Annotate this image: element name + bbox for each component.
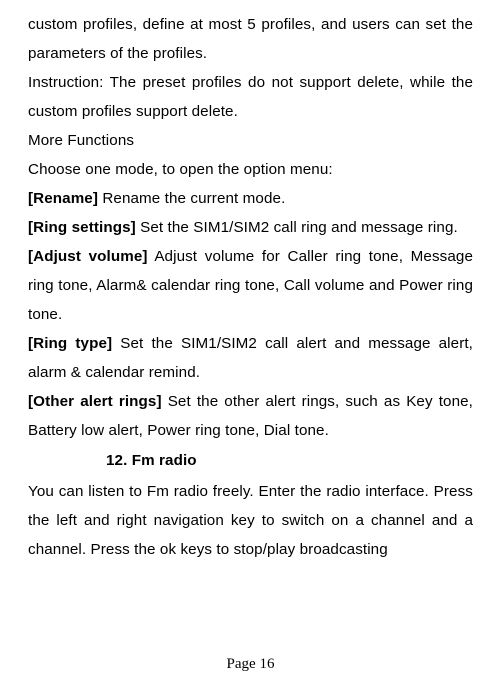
item-ring-type: [Ring type] Set the SIM1/SIM2 call alert… (28, 329, 473, 387)
heading-more-functions: More Functions (28, 126, 473, 155)
paragraph-choose-mode: Choose one mode, to open the option menu… (28, 155, 473, 184)
label-other-alert: [Other alert rings] (28, 393, 162, 410)
item-rename: [Rename] Rename the current mode. (28, 184, 473, 213)
item-ring-settings: [Ring settings] Set the SIM1/SIM2 call r… (28, 213, 473, 242)
document-page: custom profiles, define at most 5 profil… (0, 0, 501, 687)
label-ring-settings: [Ring settings] (28, 219, 136, 236)
text-rename: Rename the current mode. (98, 190, 285, 207)
section-heading-fm-radio: 12. Fm radio (28, 445, 473, 477)
item-other-alert: [Other alert rings] Set the other alert … (28, 387, 473, 445)
label-adjust-volume: [Adjust volume] (28, 248, 148, 265)
page-number: Page 16 (0, 656, 501, 673)
label-ring-type: [Ring type] (28, 335, 112, 352)
paragraph-intro: custom profiles, define at most 5 profil… (28, 10, 473, 68)
paragraph-instruction: Instruction: The preset profiles do not … (28, 68, 473, 126)
label-rename: [Rename] (28, 190, 98, 207)
text-ring-settings: Set the SIM1/SIM2 call ring and message … (136, 219, 458, 236)
paragraph-fm-radio: You can listen to Fm radio freely. Enter… (28, 477, 473, 564)
document-body: custom profiles, define at most 5 profil… (28, 10, 473, 564)
item-adjust-volume: [Adjust volume] Adjust volume for Caller… (28, 242, 473, 329)
